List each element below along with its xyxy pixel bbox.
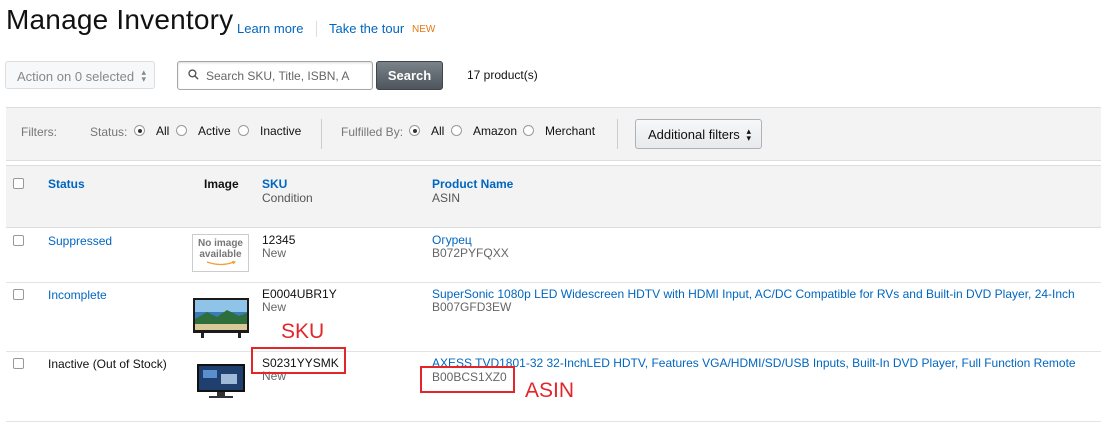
status-all-label[interactable]: All bbox=[156, 124, 169, 138]
take-tour-link[interactable]: Take the tour bbox=[329, 21, 404, 36]
row-asin: B072PYFQXX bbox=[432, 246, 509, 260]
new-badge: NEW bbox=[412, 24, 436, 35]
row-divider bbox=[6, 282, 1101, 283]
row-status: Inactive (Out of Stock) bbox=[48, 357, 167, 371]
product-count: 17 product(s) bbox=[467, 68, 538, 82]
learn-more-link[interactable]: Learn more bbox=[237, 21, 303, 36]
status-all-radio[interactable] bbox=[134, 125, 145, 136]
row-product-name[interactable]: AXESS TVD1801-32 32-InchLED HDTV, Featur… bbox=[432, 356, 1076, 370]
status-inactive-label[interactable]: Inactive bbox=[260, 124, 301, 138]
bulk-action-label: Action on 0 selected bbox=[17, 69, 135, 84]
additional-filters-button[interactable]: Additional filters ▴ ▾ bbox=[635, 119, 762, 149]
fulfilled-amazon-radio[interactable] bbox=[451, 125, 462, 136]
row-asin: B007GFD3EW bbox=[432, 300, 512, 314]
sku-highlight-box bbox=[251, 347, 346, 374]
fulfilled-all-radio[interactable] bbox=[409, 125, 420, 136]
filter-divider bbox=[321, 119, 322, 149]
asin-annotation-label: ASIN bbox=[525, 379, 575, 402]
updown-caret-icon: ▴ ▾ bbox=[141, 67, 146, 84]
search-icon bbox=[188, 69, 199, 80]
updown-caret-icon: ▴ ▾ bbox=[746, 126, 751, 143]
smile-arrow-icon bbox=[206, 261, 236, 266]
row-checkbox[interactable] bbox=[13, 358, 24, 369]
row-condition: New bbox=[262, 246, 287, 260]
row-status[interactable]: Incomplete bbox=[48, 288, 107, 302]
row-sku: E0004UBR1Y bbox=[262, 287, 337, 301]
row-divider bbox=[6, 351, 1101, 352]
asin-column-header: ASIN bbox=[432, 191, 461, 205]
additional-filters-label: Additional filters bbox=[648, 127, 740, 142]
fulfilled-all-label[interactable]: All bbox=[431, 124, 444, 138]
fulfilled-amazon-label[interactable]: Amazon bbox=[473, 124, 517, 138]
status-inactive-radio[interactable] bbox=[238, 125, 249, 136]
condition-column-header: Condition bbox=[262, 191, 313, 205]
fulfilled-merchant-radio[interactable] bbox=[523, 125, 534, 136]
status-active-label[interactable]: Active bbox=[198, 124, 231, 138]
no-image-text: No image available bbox=[197, 238, 243, 260]
row-product-name[interactable]: Огурец bbox=[432, 233, 472, 247]
sku-column-header[interactable]: SKU bbox=[262, 177, 287, 191]
row-product-name[interactable]: SuperSonic 1080p LED Widescreen HDTV wit… bbox=[432, 287, 1075, 301]
row-checkbox[interactable] bbox=[13, 289, 24, 300]
search-box[interactable] bbox=[177, 61, 373, 90]
fulfilled-by-label: Fulfilled By: bbox=[341, 125, 404, 139]
bulk-action-select[interactable]: Action on 0 selected ▴ ▾ bbox=[5, 61, 155, 89]
page-title: Manage Inventory bbox=[6, 4, 234, 35]
search-input[interactable] bbox=[206, 67, 366, 84]
header-divider bbox=[316, 21, 317, 37]
status-column-header[interactable]: Status bbox=[48, 177, 85, 191]
status-filter-label: Status: bbox=[90, 125, 128, 139]
row-condition: New bbox=[262, 300, 287, 314]
image-column-header: Image bbox=[204, 177, 239, 191]
fulfilled-merchant-label[interactable]: Merchant bbox=[545, 124, 595, 138]
no-image-placeholder: No image available bbox=[192, 234, 249, 272]
row-status[interactable]: Suppressed bbox=[48, 234, 112, 248]
row-checkbox[interactable] bbox=[13, 235, 24, 246]
product-name-column-header[interactable]: Product Name bbox=[432, 177, 513, 191]
filters-label: Filters: bbox=[21, 125, 57, 139]
asin-highlight-box bbox=[420, 366, 515, 393]
tv-thumbnail-image bbox=[193, 298, 249, 338]
status-active-radio[interactable] bbox=[176, 125, 187, 136]
table-header bbox=[6, 165, 1101, 228]
select-all-checkbox[interactable] bbox=[13, 178, 24, 189]
row-sku: 12345 bbox=[262, 233, 296, 247]
sku-annotation-label: SKU bbox=[281, 320, 325, 343]
row-divider bbox=[6, 421, 1101, 422]
search-button[interactable]: Search bbox=[376, 61, 443, 90]
filter-divider bbox=[617, 119, 618, 149]
tv-thumbnail-image bbox=[197, 364, 245, 398]
